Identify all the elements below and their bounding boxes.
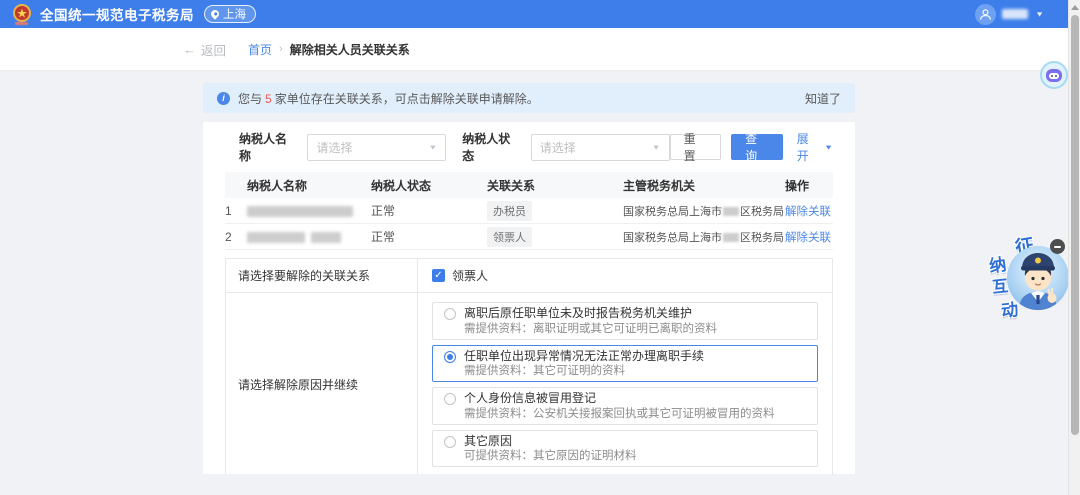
table-row: 2 正常 领票人 国家税务总局上海市区税务局 解除关联 (225, 224, 833, 250)
user-menu[interactable]: ▼ (975, 0, 1044, 28)
taxpayer-name-label: 纳税人名称 (239, 130, 298, 164)
select-chevron-icon: ▼ (428, 143, 437, 151)
results-table: 纳税人名称 纳税人状态 关联关系 主管税务机关 操作 1 正常 办税员 国家税务… (225, 172, 833, 250)
filter-actions: 重置 查询 展开 ▼ (670, 130, 833, 164)
taxpayer-name-redacted (247, 230, 371, 244)
banner-message: 您与5家单位存在关联关系，可点击解除关联申请解除。 (238, 90, 539, 107)
relation-select-label: 请选择要解除的关联关系 (226, 259, 418, 292)
banner-dismiss-button[interactable]: 知道了 (805, 90, 841, 107)
table-row: 1 正常 办税员 国家税务总局上海市区税务局 解除关联 (225, 198, 833, 224)
back-button[interactable]: ← 返回 (183, 40, 226, 59)
unlink-action-link[interactable]: 解除关联 (785, 232, 831, 244)
relation-badge: 领票人 (487, 227, 532, 247)
info-icon: i (217, 92, 230, 105)
col-taxpayer-status: 纳税人状态 (371, 177, 487, 194)
col-authority: 主管税务机关 (623, 177, 785, 194)
reason-option-4[interactable]: 其它原因 可提供资料：其它原因的证明材料 (432, 430, 818, 468)
radio-icon (444, 393, 456, 405)
col-relation: 关联关系 (487, 177, 623, 194)
username-redacted (1002, 9, 1028, 19)
assistant-button[interactable] (1040, 61, 1068, 89)
content-card: 纳税人名称 请选择 ▼ 纳税人状态 请选择 ▼ 重置 查询 展开 ▼ 纳税人名称… (203, 122, 855, 474)
scrollbar-up-arrow[interactable] (1071, 5, 1079, 10)
district-redacted (723, 207, 739, 216)
info-banner: i 您与5家单位存在关联关系，可点击解除关联申请解除。 知道了 (203, 83, 855, 113)
reason-option-2-selected[interactable]: 任职单位出现异常情况无法正常办理离职手续 需提供资料：其它可证明的资料 (432, 345, 818, 383)
expand-toggle[interactable]: 展开 ▼ (797, 130, 833, 164)
filter-bar: 纳税人名称 请选择 ▼ 纳税人状态 请选择 ▼ 重置 查询 展开 ▼ (225, 133, 833, 161)
relation-count: 5 (265, 92, 272, 106)
row-index: 2 (225, 230, 247, 244)
unlink-action-link[interactable]: 解除关联 (785, 206, 831, 218)
taxpayer-status: 正常 (371, 202, 487, 219)
reason-option-3[interactable]: 个人身份信息被冒用登记 需提供资料：公安机关接报案回执或其它可证明被冒用的资料 (432, 387, 818, 425)
user-avatar-icon (975, 4, 996, 25)
col-action: 操作 (785, 177, 833, 194)
scrollbar-thumb[interactable] (1071, 15, 1079, 435)
search-button[interactable]: 查询 (731, 134, 783, 160)
minimize-widget-button[interactable] (1050, 239, 1065, 254)
taxpayer-status: 正常 (371, 228, 487, 245)
radio-icon (444, 308, 456, 320)
chevron-down-icon: ▼ (1035, 10, 1044, 18)
location-label: 上海 (223, 6, 246, 22)
breadcrumb-home-link[interactable]: 首页 (248, 41, 272, 58)
location-pin-icon (209, 8, 220, 19)
tax-authority: 国家税务总局上海市区税务局 (623, 203, 785, 219)
breadcrumb-bar: ← 返回 首页 › 解除相关人员关联关系 (0, 28, 1068, 71)
select-chevron-icon: ▼ (652, 143, 661, 151)
interaction-widget[interactable]: 征 纳 互 动 (985, 230, 1077, 334)
radio-icon (444, 436, 456, 448)
app-title: 全国统一规范电子税务局 (40, 4, 194, 24)
scrollbar (1068, 0, 1080, 495)
reason-select-row: 请选择解除原因并继续 离职后原任职单位未及时报告税务机关维护 需提供资料：离职证… (226, 292, 832, 474)
taxpayer-name-redacted (247, 204, 371, 218)
back-arrow-icon: ← (183, 42, 196, 57)
reason-options: 离职后原任职单位未及时报告税务机关维护 需提供资料：离职证明或其它可证明已离职的… (418, 293, 832, 474)
relation-badge: 办税员 (487, 201, 532, 221)
taxpayer-name-select[interactable]: 请选择 ▼ (307, 134, 446, 161)
taxpayer-status-select[interactable]: 请选择 ▼ (531, 134, 670, 161)
robot-face-icon (1046, 69, 1062, 82)
relation-select-row: 请选择要解除的关联关系 ✓ 领票人 (226, 259, 832, 292)
tax-authority: 国家税务总局上海市区税务局 (623, 229, 785, 245)
breadcrumb: 首页 › 解除相关人员关联关系 (248, 41, 410, 58)
page: { "colors": { "header_blue": "#3d7eea", … (0, 0, 1080, 495)
detail-panel: 请选择要解除的关联关系 ✓ 领票人 请选择解除原因并继续 离职后原任职单位未及时… (225, 258, 833, 474)
minus-icon (1054, 246, 1061, 248)
breadcrumb-current: 解除相关人员关联关系 (290, 41, 410, 58)
reason-option-1[interactable]: 离职后原任职单位未及时报告税务机关维护 需提供资料：离职证明或其它可证明已离职的… (432, 302, 818, 340)
national-emblem-icon (12, 4, 32, 24)
reset-button[interactable]: 重置 (670, 134, 722, 160)
relation-checkbox-checked[interactable]: ✓ (432, 269, 445, 282)
col-taxpayer-name: 纳税人名称 (247, 177, 371, 194)
taxpayer-status-label: 纳税人状态 (462, 130, 521, 164)
district-redacted (723, 233, 739, 242)
location-selector[interactable]: 上海 (204, 5, 256, 23)
table-header-row: 纳税人名称 纳税人状态 关联关系 主管税务机关 操作 (225, 172, 833, 198)
row-index: 1 (225, 204, 247, 218)
chevron-down-icon: ▼ (824, 143, 833, 151)
relation-checkbox-label: 领票人 (452, 267, 488, 284)
app-header: 全国统一规范电子税务局 上海 ▼ (0, 0, 1068, 28)
reason-select-label: 请选择解除原因并继续 (226, 293, 418, 474)
breadcrumb-separator: › (279, 43, 283, 55)
radio-selected-icon (444, 351, 456, 363)
tax-officer-mascot-icon (1007, 246, 1069, 310)
